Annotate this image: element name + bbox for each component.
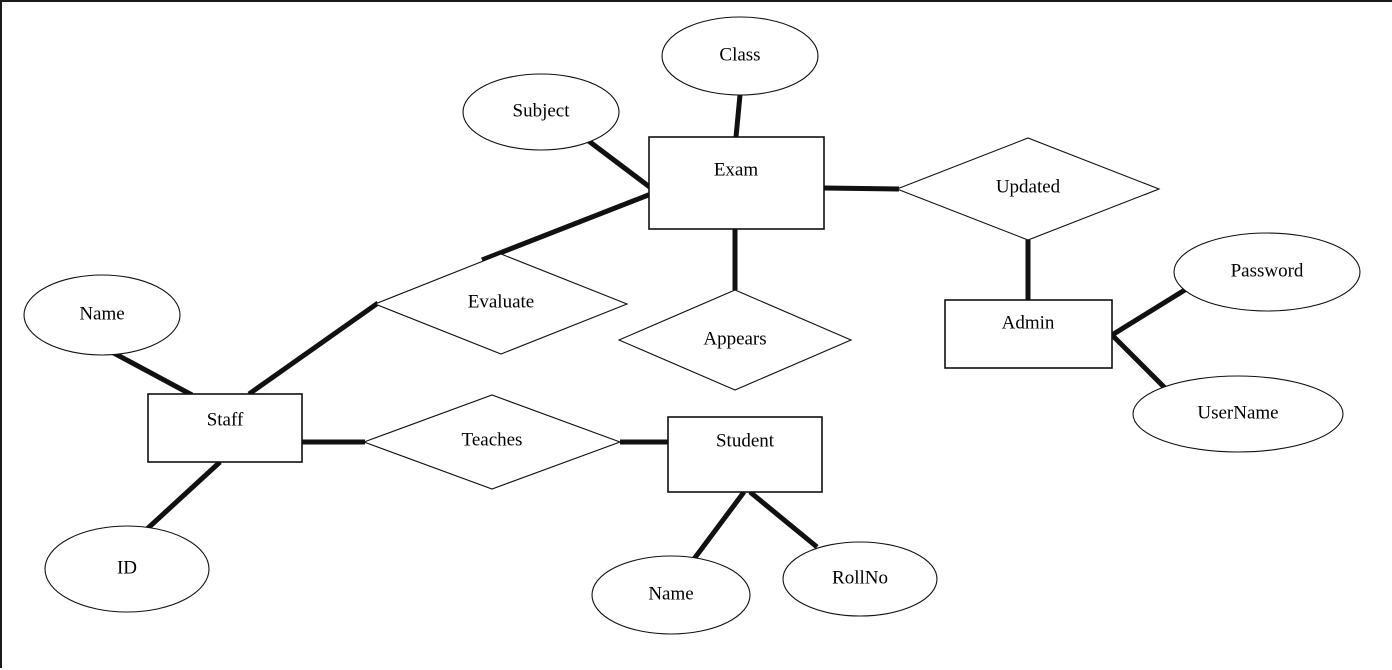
er-connector-exam-class-exam [733, 94, 743, 138]
entity-label-admin: Admin [1002, 312, 1055, 333]
er-entity-admin[interactable]: Admin [944, 299, 1113, 369]
er-entity-student[interactable]: Student [667, 416, 823, 493]
er-attribute-staff-id[interactable]: ID [44, 525, 210, 613]
er-connector-exam-updated [823, 185, 900, 192]
attribute-label-staff-name: Name [79, 303, 124, 324]
er-relationship-evaluate[interactable]: Evaluate [373, 253, 629, 355]
relationship-label-teaches: Teaches [462, 429, 523, 450]
entity-box-shape [667, 416, 823, 493]
er-entity-exam[interactable]: Exam [648, 136, 825, 230]
er-connector-staff-name-staff [108, 348, 194, 398]
attribute-label-student-name: Name [648, 583, 693, 604]
attribute-label-exam-subject: Subject [513, 100, 571, 121]
er-entity-staff[interactable]: Staff [147, 393, 303, 463]
er-connector-exam-subject-exam [584, 137, 653, 190]
er-connector-admin-admin-username [1110, 333, 1167, 390]
er-attribute-staff-name[interactable]: Name [23, 274, 181, 356]
er-connector-staff-evaluate [247, 300, 380, 397]
attribute-label-exam-class: Class [719, 44, 760, 65]
attribute-label-admin-password: Password [1231, 260, 1304, 281]
relationship-label-appears: Appears [703, 328, 766, 349]
er-connector-evaluate-exam [481, 191, 652, 263]
er-relationship-updated[interactable]: Updated [895, 137, 1161, 241]
er-connector-admin-admin-password [1110, 285, 1190, 338]
er-attribute-exam-class[interactable]: Class [661, 16, 819, 96]
er-attribute-admin-username[interactable]: UserName [1132, 375, 1344, 453]
entity-label-student: Student [716, 430, 775, 451]
er-connector-student-student-rollno [748, 490, 819, 549]
er-relationship-teaches[interactable]: Teaches [362, 394, 622, 490]
er-relationship-appears[interactable]: Appears [617, 289, 853, 391]
attribute-label-admin-username: UserName [1197, 402, 1278, 423]
entity-label-staff: Staff [207, 409, 244, 430]
er-diagram-canvas: Updated Evaluate Appears Teaches Exam Staff S… [0, 0, 1392, 668]
er-attribute-exam-subject[interactable]: Subject [462, 73, 620, 151]
er-connector-staff-staff-id [145, 460, 222, 531]
relationship-label-updated: Updated [996, 176, 1061, 197]
entity-label-exam: Exam [714, 159, 759, 180]
entity-box-shape [944, 299, 1113, 369]
relationship-label-evaluate: Evaluate [468, 291, 534, 312]
er-attribute-student-rollno[interactable]: RollNo [782, 541, 938, 617]
er-diagram-svg: Updated Evaluate Appears Teaches Exam Staff S… [23, 16, 1361, 635]
er-attribute-student-name[interactable]: Name [591, 555, 751, 635]
er-attribute-admin-password[interactable]: Password [1173, 232, 1361, 312]
attribute-label-student-rollno: RollNo [832, 567, 888, 588]
entity-box-shape [648, 136, 825, 230]
er-connector-student-student-name [691, 490, 747, 561]
attribute-label-staff-id: ID [117, 557, 137, 578]
